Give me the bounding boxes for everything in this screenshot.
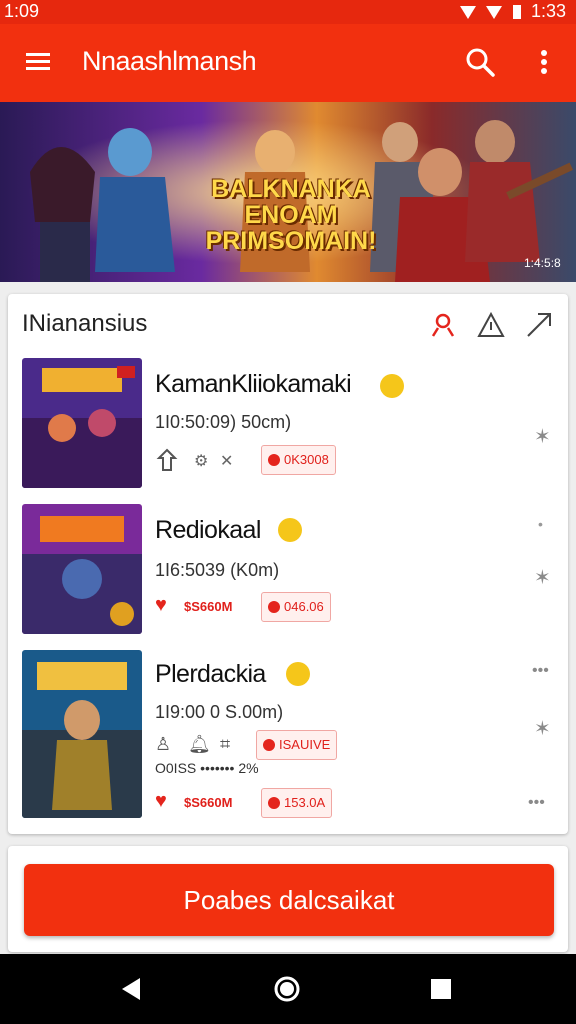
star-icon[interactable]: ✶ <box>534 424 551 449</box>
game-thumbnail[interactable] <box>22 504 142 634</box>
coin-icon <box>268 454 280 466</box>
search-icon[interactable] <box>464 46 496 78</box>
extra-info: O0ISS ••••••• 2% <box>155 760 259 776</box>
dot-icon: • <box>538 516 543 532</box>
bell-icon[interactable]: 🔔︎ <box>188 734 211 755</box>
system-nav-bar <box>0 954 576 1024</box>
banner-corner-text: 1:4:5:8 <box>524 256 561 270</box>
banner-headline-line2: ENOAM <box>244 201 338 229</box>
price-tag[interactable]: 0K3008 <box>261 445 336 475</box>
extra-info-right: 2% <box>238 760 259 776</box>
coin-icon <box>268 601 280 613</box>
heart-icon[interactable]: ♥ <box>155 790 167 813</box>
status-icons: 1:33 <box>459 1 566 22</box>
more-icon[interactable]: ••• <box>532 662 549 680</box>
status-time-left: 1:09 <box>4 1 40 21</box>
game-thumbnail[interactable] <box>22 650 142 818</box>
like-price: $S660M <box>184 795 233 810</box>
extra-info-left: O0ISS <box>155 760 197 776</box>
expand-icon[interactable] <box>524 310 554 340</box>
status-bar: 1:09 1:33 <box>0 0 576 24</box>
item-title[interactable]: Plerdackia <box>155 660 266 689</box>
star-icon[interactable]: ✶ <box>534 716 551 741</box>
users-icon[interactable]: ♙ <box>155 734 171 755</box>
price-value: ISAUIVE <box>279 737 331 752</box>
price-value: 153.0A <box>284 795 326 810</box>
wifi-icon <box>485 5 502 19</box>
thumbnail-art <box>22 358 142 488</box>
price-value: 046.06 <box>284 599 324 614</box>
price-tag[interactable]: 046.06 <box>261 592 331 622</box>
item-subtitle: 1I6:5039 (K0m) <box>155 560 280 580</box>
close-icon[interactable]: ✕ <box>220 451 233 471</box>
extra-info-dots: ••••••• <box>200 760 239 776</box>
star-icon[interactable]: ✶ <box>534 565 551 590</box>
user-icon[interactable] <box>428 310 458 340</box>
warning-icon[interactable] <box>476 310 506 340</box>
emoji-icon <box>380 374 404 398</box>
item-subtitle: 1I0:50:09) 50cm) <box>155 412 292 432</box>
more-icon[interactable]: ••• <box>528 794 545 812</box>
price-tag[interactable]: ISAUIVE <box>256 730 338 760</box>
settings-icon[interactable]: ⚙ <box>194 451 208 471</box>
more-options-icon[interactable] <box>532 46 556 78</box>
share-icon[interactable] <box>155 448 179 472</box>
item-title[interactable]: KamanKliiokamaki <box>155 370 352 399</box>
home-icon[interactable] <box>272 974 302 1004</box>
signal-icon <box>459 5 476 19</box>
banner-headline: BALKNANKA ENOAM PRIMSOMAIN! <box>196 176 386 254</box>
menu-icon[interactable] <box>24 48 52 76</box>
emoji-icon <box>286 662 310 686</box>
status-time-right: 1:33 <box>530 1 566 21</box>
recents-icon[interactable] <box>426 974 456 1004</box>
thumbnail-art <box>22 504 142 634</box>
price-value: 0K3008 <box>284 452 329 467</box>
battery-icon <box>512 4 521 19</box>
app-title: Nnaashlmansh <box>82 46 257 76</box>
coin-icon <box>263 739 275 751</box>
coin-icon <box>268 797 280 809</box>
banner-headline-line1: BALKNANKA <box>211 175 371 203</box>
heart-icon[interactable]: ♥ <box>155 594 167 617</box>
back-icon[interactable] <box>116 974 146 1004</box>
section-title: INianansius <box>22 310 148 337</box>
app-bar: Nnaashlmansh <box>0 24 576 102</box>
price-tag[interactable]: 153.0A <box>261 788 333 818</box>
emoji-icon <box>278 518 302 542</box>
grid-icon[interactable]: ⌗ <box>220 734 230 755</box>
primary-cta-button[interactable]: Poabes dalcsaikat <box>24 864 554 936</box>
item-subtitle: 1I9:00 0 S.00m) <box>155 702 284 722</box>
game-thumbnail[interactable] <box>22 358 142 488</box>
item-title[interactable]: Rediokaal <box>155 516 261 545</box>
thumbnail-art <box>22 650 142 818</box>
like-price: $S660M <box>184 599 233 614</box>
banner-headline-line3: PRIMSOMAIN! <box>205 227 377 255</box>
